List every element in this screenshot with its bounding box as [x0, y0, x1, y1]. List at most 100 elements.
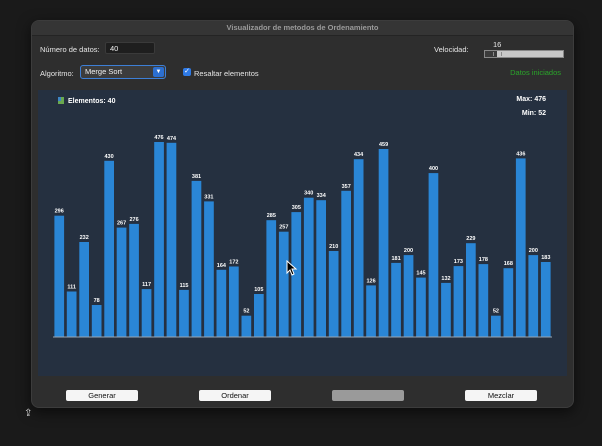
bar-value-label: 474 [167, 136, 177, 142]
highlight-checkbox[interactable]: ✓ [183, 68, 191, 76]
bar-value-label: 132 [441, 276, 450, 282]
bar-value-label: 145 [416, 271, 425, 277]
chart-bar [515, 158, 526, 337]
chart-bar [129, 223, 139, 337]
chart-bar [466, 243, 476, 337]
bar-value-label: 183 [541, 255, 550, 261]
algorithm-select[interactable]: Merge Sort ▼ [80, 65, 166, 79]
bar-value-label: 381 [192, 174, 201, 180]
num-data-label: Número de datos: [40, 45, 100, 54]
chart-bar [366, 285, 376, 337]
bar-value-label: 430 [105, 154, 114, 160]
chart-bar [154, 142, 164, 337]
bar-value-label: 126 [367, 278, 376, 284]
chart-bar [328, 251, 339, 337]
chart-bar [166, 142, 177, 337]
elements-icon-part [58, 97, 61, 101]
sort-button[interactable]: Ordenar [199, 390, 271, 401]
chevron-down-icon: ▼ [153, 67, 164, 77]
chart-bar [478, 264, 489, 337]
bar-value-label: 340 [304, 191, 313, 197]
disabled-button [332, 390, 404, 401]
chart-svg: Elementos: 40 Max: 476 Min: 52 296 111 232 78 4… [53, 96, 552, 338]
chart-bar [79, 242, 89, 337]
mouse-cursor-icon [286, 260, 298, 276]
bar-value-label: 172 [229, 260, 238, 266]
bar-value-label: 257 [279, 225, 288, 231]
max-label: Max: 476 [516, 96, 546, 103]
chart-bar [428, 173, 439, 337]
status-text: Datos iniciados [510, 68, 561, 77]
num-data-input[interactable]: 40 [105, 42, 155, 54]
chart-bar [378, 149, 389, 337]
chart-bar [66, 291, 77, 337]
app-window: Visualizador de metodos de Ordenamiento … [31, 20, 574, 408]
bar-value-label: 200 [529, 248, 538, 254]
chart-bar [403, 255, 414, 337]
chart-bar [303, 197, 314, 337]
chart-bar [353, 159, 364, 337]
slider-tick [501, 52, 502, 56]
bar-value-label: 331 [204, 194, 213, 200]
chart-bar [54, 215, 65, 337]
chart-bar [316, 200, 326, 337]
slider-tick [493, 52, 494, 56]
bar-value-label: 115 [180, 283, 189, 289]
bar-value-label: 210 [329, 244, 338, 250]
bar-value-label: 200 [404, 248, 413, 254]
speed-label: Velocidad: [434, 45, 469, 54]
chart-bar [528, 255, 539, 337]
bar-value-label: 305 [292, 205, 301, 211]
chart-bar [391, 262, 401, 337]
bar-value-label: 296 [55, 209, 64, 215]
chart-bar [241, 315, 252, 337]
chart-bar [341, 190, 351, 338]
bar-value-label: 173 [454, 259, 463, 265]
chart-bar [278, 231, 289, 337]
bar-value-label: 229 [466, 236, 475, 242]
bar-value-label: 434 [354, 152, 364, 158]
bar-value-label: 357 [342, 184, 351, 190]
bar-value-label: 52 [243, 309, 249, 315]
chart-bar [91, 305, 102, 337]
chart-bar [540, 262, 551, 337]
bar-value-label: 111 [67, 285, 76, 291]
window-title: Visualizador de metodos de Ordenamiento [32, 21, 573, 36]
elements-label: Elementos: 40 [68, 98, 116, 105]
chart-bar [141, 289, 152, 337]
bar-value-label: 267 [117, 221, 126, 227]
bar-value-label: 178 [479, 257, 488, 263]
bar-value-label: 117 [142, 282, 151, 288]
algorithm-value: Merge Sort [85, 67, 123, 76]
bar-value-label: 459 [379, 142, 388, 148]
algorithm-label: Algoritmo: [40, 69, 74, 78]
share-icon[interactable]: ⇪ [24, 408, 36, 420]
shuffle-button[interactable]: Mezclar [465, 390, 537, 401]
bar-value-label: 400 [429, 166, 438, 172]
bar-value-label: 285 [267, 213, 276, 219]
chart-bar [216, 269, 227, 337]
chart-bar [116, 227, 127, 337]
speed-slider[interactable] [484, 50, 564, 58]
bar-value-label: 476 [154, 135, 163, 141]
chart-bar [254, 294, 264, 337]
chart-bar [229, 266, 239, 337]
bar-value-label: 52 [493, 309, 499, 315]
bar-value-label: 181 [392, 256, 401, 262]
bar-value-label: 105 [254, 287, 263, 293]
chart-bar [204, 201, 214, 337]
chart-bar [266, 220, 277, 337]
chart-bar [179, 289, 189, 337]
chart-bar [491, 315, 501, 337]
highlight-label: Resaltar elementos [194, 69, 259, 78]
speed-value: 16 [493, 40, 502, 49]
speed-slider-fill [485, 51, 498, 57]
bar-value-label: 334 [317, 193, 327, 199]
min-label: Min: 52 [522, 110, 546, 117]
chart-bar [503, 268, 514, 337]
chart-bar [104, 160, 114, 337]
sort-chart: Elementos: 40 Max: 476 Min: 52 296 111 232 78 4… [38, 90, 567, 376]
bar-value-label: 78 [94, 298, 100, 304]
generate-button[interactable]: Generar [66, 390, 138, 401]
chart-bar [453, 266, 464, 337]
